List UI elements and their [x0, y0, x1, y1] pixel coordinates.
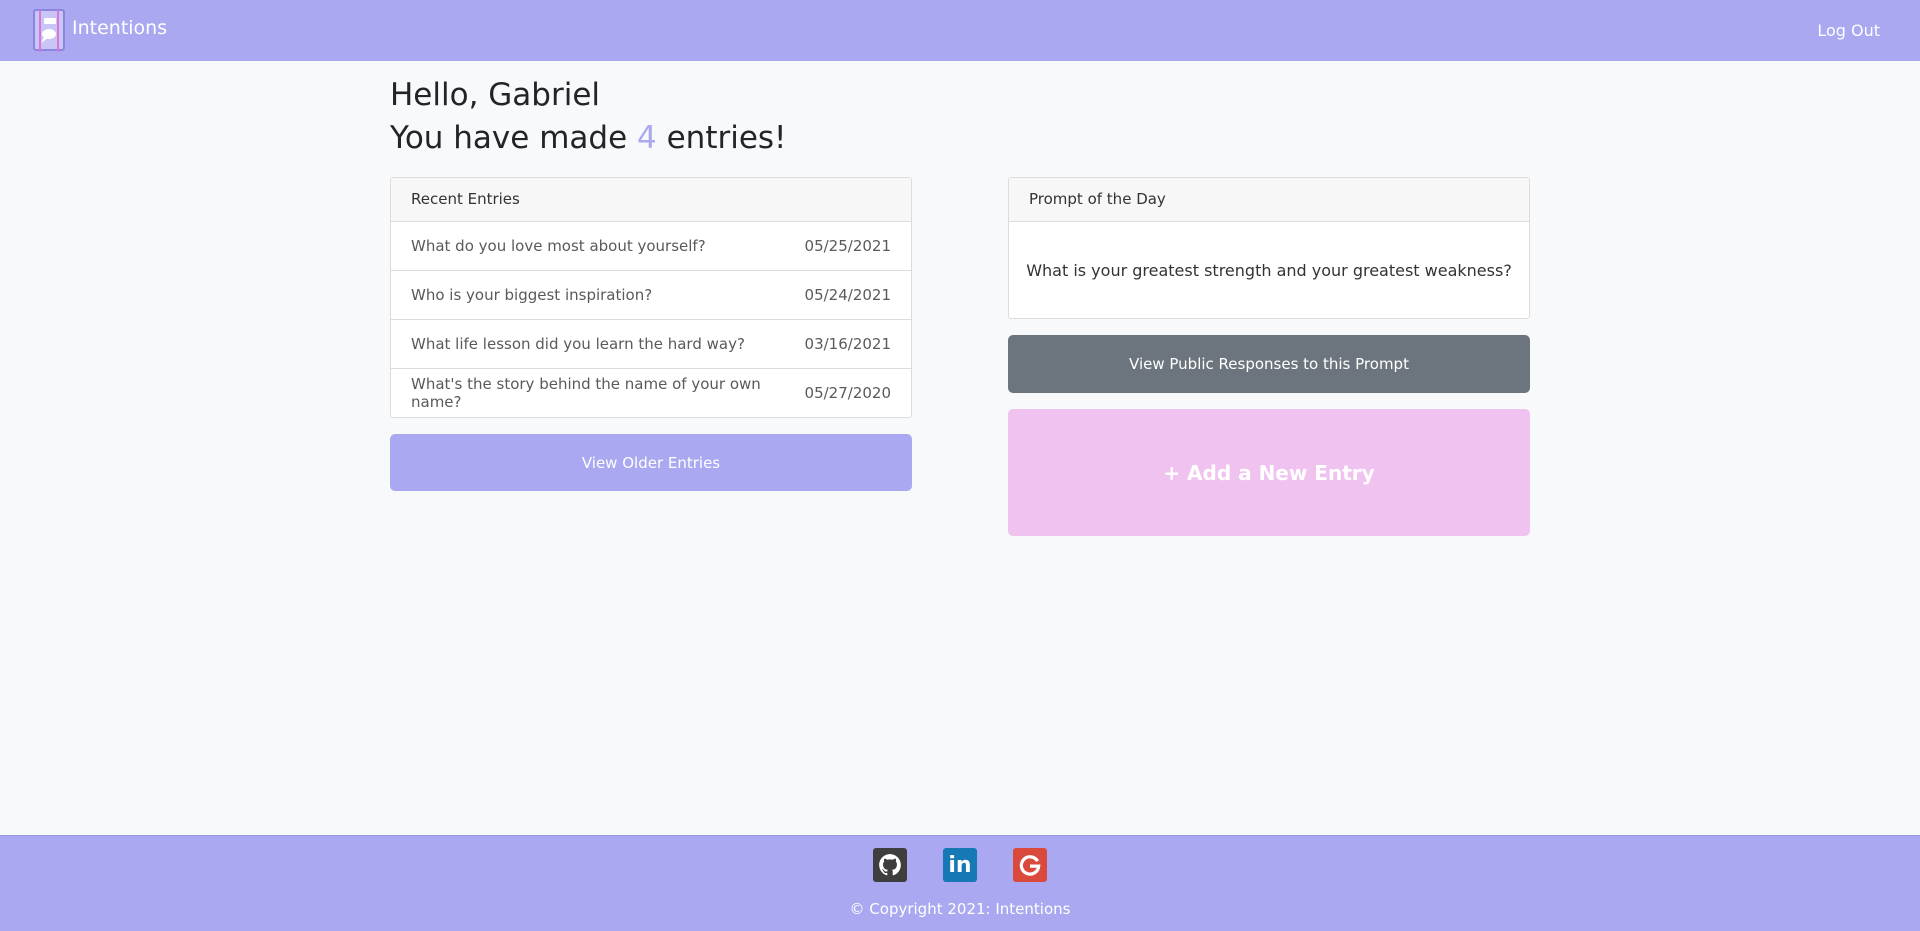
view-public-responses-button[interactable]: View Public Responses to this Prompt — [1008, 335, 1530, 393]
entries-count-suffix: entries! — [656, 120, 787, 157]
entries-count-prefix: You have made — [390, 120, 638, 157]
entry-row[interactable]: Who is your biggest inspiration? 05/24/2… — [391, 271, 911, 320]
brand-link[interactable]: Intentions — [32, 8, 167, 54]
recent-entries-header: Recent Entries — [391, 178, 911, 222]
recent-entries-column: Recent Entries What do you love most abo… — [390, 177, 912, 491]
logout-link[interactable]: Log Out — [1817, 21, 1880, 40]
recent-entries-card: Recent Entries What do you love most abo… — [390, 177, 912, 418]
view-older-entries-button[interactable]: View Older Entries — [390, 434, 912, 491]
google-icon[interactable] — [1013, 848, 1047, 882]
entry-row[interactable]: What do you love most about yourself? 05… — [391, 222, 911, 271]
linkedin-glyph: in — [948, 852, 972, 878]
entry-date: 05/24/2021 — [804, 286, 891, 304]
entry-title: What life lesson did you learn the hard … — [411, 335, 745, 353]
greeting-heading: Hello, Gabriel — [390, 77, 601, 113]
prompt-header: Prompt of the Day — [1009, 178, 1529, 222]
github-glyph — [879, 854, 901, 876]
entry-title: What's the story behind the name of your… — [411, 375, 761, 411]
google-glyph — [1019, 855, 1041, 876]
entries-count-heading: You have made 4 entries! — [390, 120, 1530, 157]
linkedin-icon[interactable]: in — [943, 848, 977, 882]
github-icon[interactable] — [873, 848, 907, 882]
entries-count-number: 4 — [637, 120, 657, 157]
entry-row[interactable]: What's the story behind the name of your… — [391, 369, 911, 417]
entry-date: 05/27/2020 — [804, 384, 891, 402]
journal-logo-icon — [33, 8, 65, 52]
entry-date: 03/16/2021 — [804, 335, 891, 353]
entry-title: Who is your biggest inspiration? — [411, 286, 653, 304]
brand-name: Intentions — [72, 16, 168, 39]
navbar: Intentions Log Out — [0, 0, 1920, 61]
copyright-text: © Copyright 2021: Intentions — [849, 900, 1071, 918]
entry-row[interactable]: What life lesson did you learn the hard … — [391, 320, 911, 369]
footer: in © Copyright 2021: Intentions — [0, 835, 1920, 931]
entry-title: What do you love most about yourself? — [411, 237, 706, 255]
prompt-column: Prompt of the Day What is your greatest … — [1008, 177, 1530, 536]
dashboard: Hello, Gabriel You have made 4 entries! … — [390, 61, 1530, 536]
social-links: in — [873, 848, 1047, 882]
prompt-text: What is your greatest strength and your … — [1026, 260, 1512, 280]
prompt-card: Prompt of the Day What is your greatest … — [1008, 177, 1530, 319]
entry-date: 05/25/2021 — [804, 237, 891, 255]
add-new-entry-button[interactable]: + Add a New Entry — [1008, 409, 1530, 536]
